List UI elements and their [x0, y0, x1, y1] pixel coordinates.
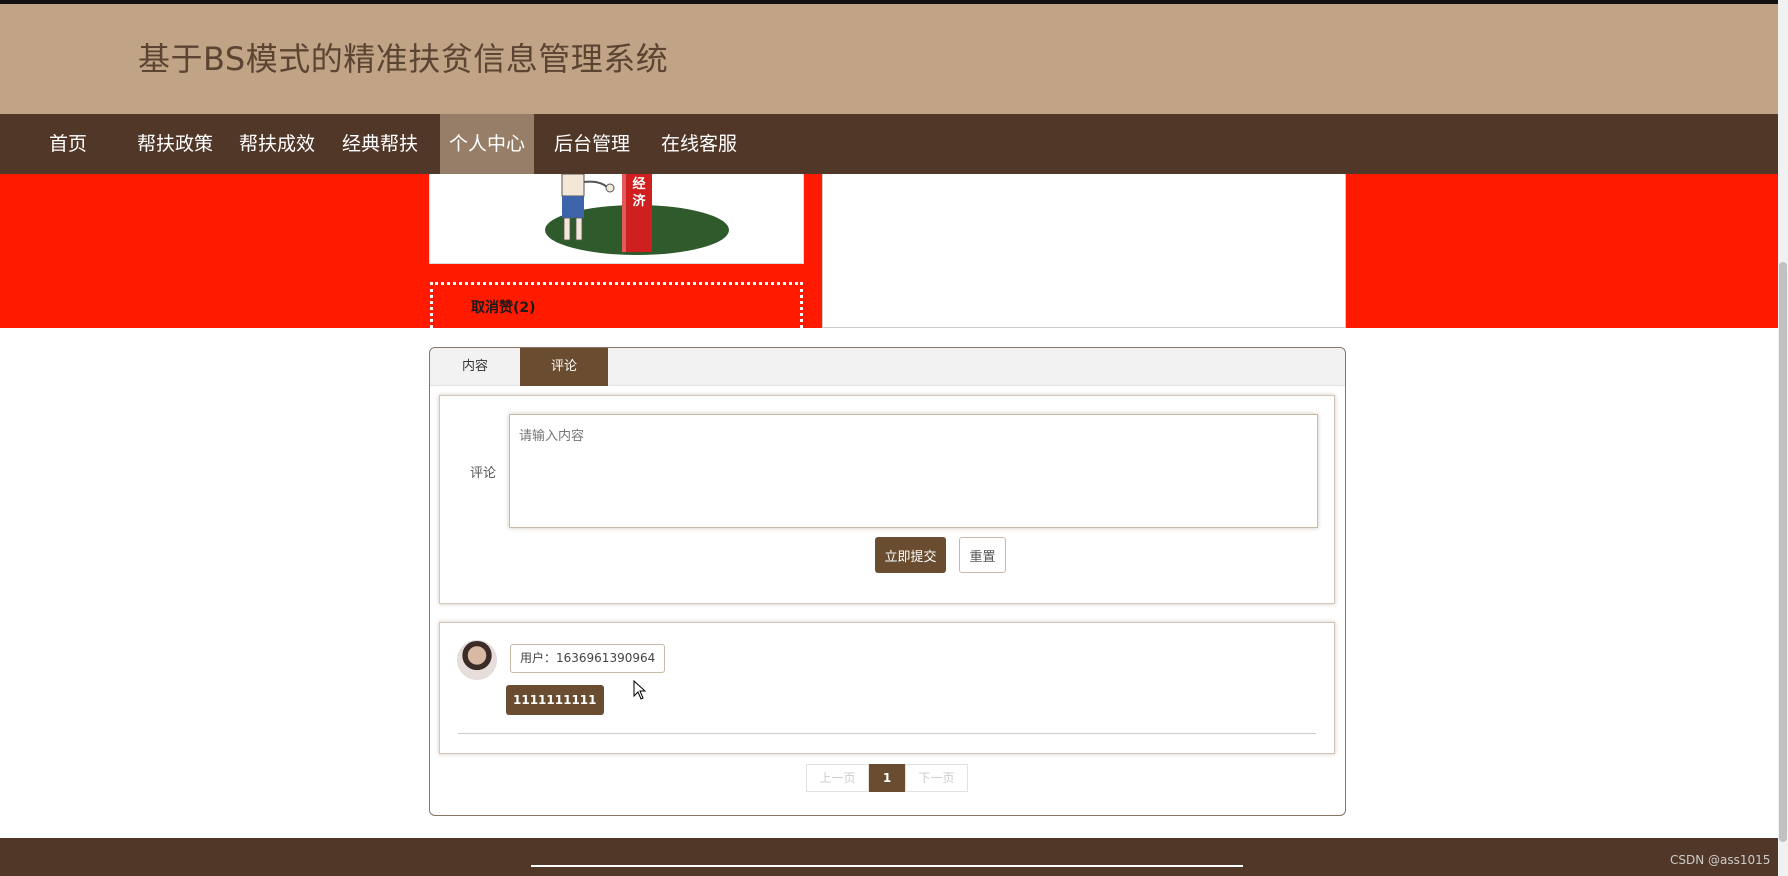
comment-user: 用户：1636961390964 [510, 644, 666, 673]
detail-info-panel [822, 174, 1346, 328]
cartoon-illustration: 经 济 [545, 174, 729, 255]
nav-item-admin[interactable]: 后台管理 [545, 114, 639, 174]
site-footer [0, 838, 1778, 876]
site-header: 基于BS模式的精准扶贫信息管理系统 [0, 4, 1778, 114]
nav-item-results[interactable]: 帮扶成效 [230, 114, 324, 174]
next-page-button[interactable]: 下一页 [905, 764, 968, 792]
reset-button[interactable]: 重置 [959, 537, 1006, 573]
comment-form: 评论 立即提交 重置 [439, 395, 1335, 604]
tab-bar: 内容 评论 [430, 348, 1345, 386]
comment-label: 评论 [470, 466, 497, 481]
detail-image: 经 济 [429, 174, 804, 264]
comment-divider [458, 733, 1316, 734]
tab-content[interactable]: 内容 [430, 348, 520, 386]
nav-item-home[interactable]: 首页 [32, 114, 104, 174]
footer-divider [531, 865, 1243, 867]
comment-list: 用户：1636961390964 1111111111 [439, 622, 1335, 754]
like-label: 取消赞(2) [471, 300, 536, 316]
nav-item-online-service[interactable]: 在线客服 [652, 114, 746, 174]
tab-comment[interactable]: 评论 [520, 348, 608, 386]
site-title: 基于BS模式的精准扶贫信息管理系统 [138, 40, 669, 78]
pillar-text-2: 济 [632, 193, 646, 209]
like-toggle[interactable]: 取消赞(2) [430, 282, 803, 328]
comment-content: 1111111111 [506, 685, 604, 715]
pillar-text-1: 经 [632, 176, 645, 192]
nav-item-personal-center[interactable]: 个人中心 [440, 114, 534, 174]
comment-input[interactable] [509, 414, 1318, 528]
nav-item-policy[interactable]: 帮扶政策 [128, 114, 222, 174]
mouse-cursor-icon [633, 680, 647, 700]
avatar [457, 640, 497, 680]
main-nav: 首页 帮扶政策 帮扶成效 经典帮扶 个人中心 后台管理 在线客服 [0, 114, 1778, 174]
scrollbar-thumb[interactable] [1779, 262, 1787, 842]
watermark: CSDN @ass1015 [1670, 853, 1771, 867]
content-card: 内容 评论 评论 立即提交 重置 用户：1636961390964 111111… [429, 347, 1346, 816]
prev-page-button[interactable]: 上一页 [806, 764, 869, 792]
nav-item-classic[interactable]: 经典帮扶 [333, 114, 427, 174]
pagination: 上一页 1 下一页 [806, 764, 968, 792]
submit-button[interactable]: 立即提交 [875, 537, 946, 573]
page-number-current[interactable]: 1 [869, 764, 905, 792]
